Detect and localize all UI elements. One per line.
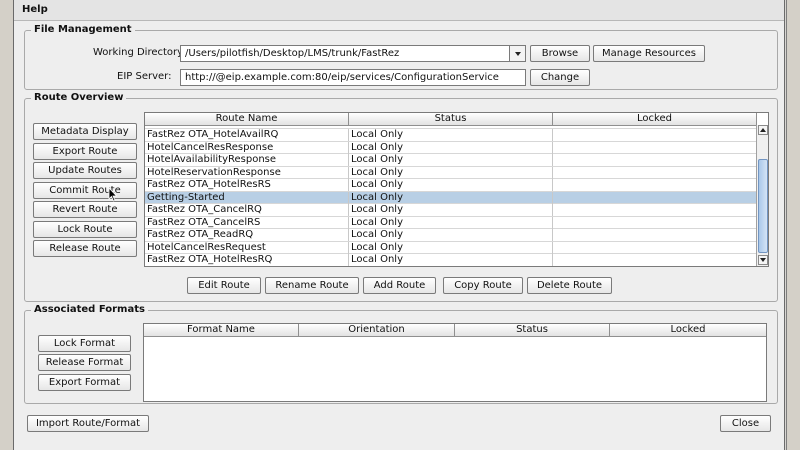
file-management-title: File Management	[31, 24, 135, 35]
column-header-format-locked[interactable]: Locked	[610, 324, 766, 336]
associated-formats-panel: Associated Formats Lock Format Release F…	[24, 304, 778, 404]
commit-route-button[interactable]: Commit Route	[33, 182, 137, 199]
table-row[interactable]: FastRez OTA_ReadRQ Local Only	[145, 229, 757, 242]
status-cell: Local Only	[349, 204, 553, 216]
menu-help[interactable]: Help	[22, 4, 48, 15]
route-name-cell: HotelCancelResRequest	[145, 241, 349, 254]
copy-route-button[interactable]: Copy Route	[443, 277, 523, 294]
working-directory-label: Working Directory:	[93, 47, 186, 58]
export-route-button[interactable]: Export Route	[33, 143, 137, 160]
update-routes-button[interactable]: Update Routes	[33, 162, 137, 179]
format-table: Format Name Orientation Status Locked	[143, 323, 767, 402]
column-header-locked[interactable]: Locked	[553, 113, 757, 125]
scroll-thumb[interactable]	[758, 159, 768, 253]
column-header-format-name[interactable]: Format Name	[144, 324, 299, 336]
format-table-header: Format Name Orientation Status Locked	[144, 324, 766, 337]
locked-cell	[553, 166, 757, 179]
table-row[interactable]: HotelCancelResResponse Local Only	[145, 141, 757, 154]
delete-route-button[interactable]: Delete Route	[527, 277, 612, 294]
change-button[interactable]: Change	[530, 69, 590, 86]
locked-cell	[553, 254, 757, 266]
table-row[interactable]: FastRez OTA_CancelRS Local Only	[145, 216, 757, 229]
locked-cell	[553, 179, 757, 191]
table-row[interactable]: Getting-Started Local Only	[145, 191, 757, 204]
metadata-display-button[interactable]: Metadata Display	[33, 123, 137, 140]
route-name-cell: FastRez OTA_HotelResRS	[145, 179, 349, 191]
column-header-status[interactable]: Status	[349, 113, 553, 125]
route-table-scrollbar[interactable]	[756, 125, 768, 266]
table-row[interactable]: FastRez OTA_CancelRQ Local Only	[145, 204, 757, 217]
eip-server-label: EIP Server:	[117, 71, 172, 82]
column-header-format-status[interactable]: Status	[455, 324, 610, 336]
locked-cell	[553, 191, 757, 204]
mouse-pointer-icon	[108, 187, 118, 202]
table-row[interactable]: HotelCancelResRequest Local Only	[145, 241, 757, 254]
locked-cell	[553, 241, 757, 254]
table-row[interactable]: FastRez OTA_HotelResRS Local Only	[145, 179, 757, 192]
locked-cell	[553, 229, 757, 241]
scroll-up-icon[interactable]	[758, 125, 768, 135]
route-name-cell: FastRez OTA_CancelRS	[145, 216, 349, 229]
close-button[interactable]: Close	[720, 415, 771, 432]
rename-route-button[interactable]: Rename Route	[265, 277, 359, 294]
route-name-cell: HotelCancelResResponse	[145, 141, 349, 154]
release-route-button[interactable]: Release Route	[33, 240, 137, 257]
column-header-route-name[interactable]: Route Name	[145, 113, 349, 125]
revert-route-button[interactable]: Revert Route	[33, 201, 137, 218]
status-cell: Local Only	[349, 229, 553, 241]
working-directory-combo[interactable]: /Users/pilotfish/Desktop/LMS/trunk/FastR…	[180, 45, 526, 62]
manage-resources-button[interactable]: Manage Resources	[593, 45, 705, 62]
route-table-body: FastRez OTA_HotelAvailRQ Local Only HotelC…	[145, 129, 757, 266]
background-window-edge-left	[0, 0, 14, 450]
scroll-down-icon[interactable]	[758, 255, 768, 265]
route-name-cell: FastRez OTA_HotelAvailRQ	[145, 129, 349, 141]
import-route-format-button[interactable]: Import Route/Format	[27, 415, 149, 432]
route-manager-dialog: Help File Management Working Directory: …	[13, 0, 785, 450]
status-cell: Local Only	[349, 179, 553, 191]
route-overview-panel: Route Overview Metadata Display Export Ro…	[24, 92, 778, 302]
lock-format-button[interactable]: Lock Format	[38, 335, 131, 352]
background-window-edge-right	[786, 0, 800, 450]
eip-server-field[interactable]: http://@eip.example.com:80/eip/services/…	[180, 69, 526, 86]
status-cell: Local Only	[349, 154, 553, 166]
menubar: Help	[14, 0, 784, 21]
status-cell: Local Only	[349, 129, 553, 141]
browse-button[interactable]: Browse	[530, 45, 590, 62]
locked-cell	[553, 204, 757, 216]
status-cell: Local Only	[349, 191, 553, 204]
route-name-cell: FastRez OTA_CancelRQ	[145, 204, 349, 216]
table-row[interactable]: FastRez OTA_HotelAvailRQ Local Only	[145, 129, 757, 142]
lock-route-button[interactable]: Lock Route	[33, 221, 137, 238]
status-cell: Local Only	[349, 166, 553, 179]
table-row[interactable]: HotelAvailabilityResponse Local Only	[145, 154, 757, 167]
route-name-cell: FastRez OTA_ReadRQ	[145, 229, 349, 241]
route-name-cell: HotelReservationResponse	[145, 166, 349, 179]
status-cell: Local Only	[349, 141, 553, 154]
dropdown-arrow-icon[interactable]	[509, 46, 525, 61]
locked-cell	[553, 141, 757, 154]
status-cell: Local Only	[349, 241, 553, 254]
route-overview-title: Route Overview	[31, 92, 127, 103]
locked-cell	[553, 216, 757, 229]
locked-cell	[553, 129, 757, 141]
route-name-cell: HotelAvailabilityResponse	[145, 154, 349, 166]
associated-formats-title: Associated Formats	[31, 304, 148, 315]
release-format-button[interactable]: Release Format	[38, 354, 131, 371]
working-directory-value: /Users/pilotfish/Desktop/LMS/trunk/FastR…	[185, 48, 400, 59]
file-management-panel: File Management Working Directory: /User…	[24, 24, 778, 90]
export-format-button[interactable]: Export Format	[38, 374, 131, 391]
table-row[interactable]: HotelReservationResponse Local Only	[145, 166, 757, 179]
route-name-cell: FastRez OTA_HotelResRQ	[145, 254, 349, 266]
column-header-orientation[interactable]: Orientation	[299, 324, 455, 336]
route-name-cell: Getting-Started	[145, 191, 349, 204]
status-cell: Local Only	[349, 254, 553, 266]
locked-cell	[553, 154, 757, 166]
add-route-button[interactable]: Add Route	[363, 277, 436, 294]
table-row[interactable]: FastRez OTA_HotelResRQ Local Only	[145, 254, 757, 266]
status-cell: Local Only	[349, 216, 553, 229]
route-table: Route Name Status Locked FastRez OTA_Hot…	[144, 112, 769, 267]
edit-route-button[interactable]: Edit Route	[187, 277, 261, 294]
